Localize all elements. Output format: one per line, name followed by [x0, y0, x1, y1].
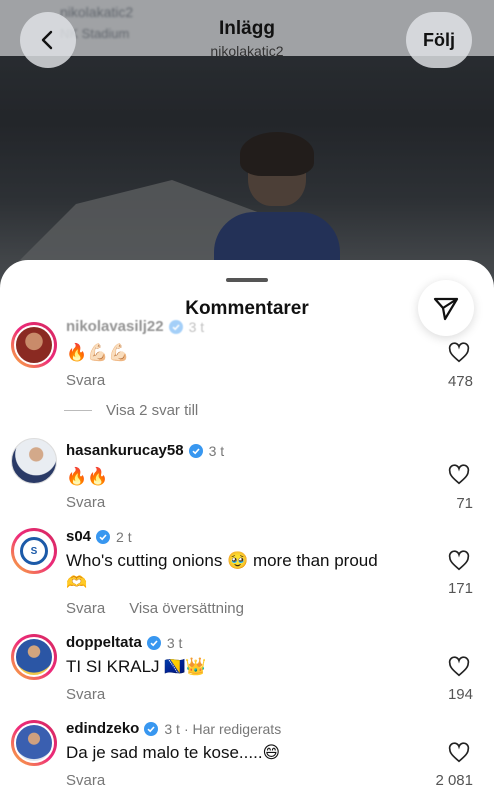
- comment-text: TI SI KRALJ 🇧🇦👑: [66, 657, 207, 676]
- verified-badge-icon: [146, 635, 161, 650]
- follow-button[interactable]: Följ: [406, 12, 472, 68]
- like-count: 194: [447, 686, 473, 703]
- avatar[interactable]: S: [11, 528, 57, 574]
- heart-icon[interactable]: [448, 342, 470, 364]
- comment-text: 🔥💪🏻💪🏻: [66, 343, 130, 362]
- heart-icon[interactable]: [448, 656, 470, 678]
- divider: [64, 410, 92, 411]
- verified-badge-icon: [96, 529, 111, 544]
- avatar[interactable]: [11, 438, 57, 484]
- reply-button[interactable]: Svara: [66, 686, 105, 703]
- comment-time: 3 t: [208, 442, 225, 459]
- comments-sheet: Kommentarer nikolavasilj22 3 t 🔥💪🏻💪🏻 Sva…: [0, 260, 494, 800]
- reply-button[interactable]: Svara: [66, 494, 105, 511]
- reply-button[interactable]: Svara: [66, 600, 105, 617]
- schalke-logo: S: [20, 537, 48, 565]
- comment-text: Who's cutting onions 🥹 more than proud: [66, 551, 378, 570]
- like-count: 2 081: [435, 772, 473, 789]
- show-replies-button[interactable]: Visa 2 svar till: [64, 402, 198, 419]
- reply-button[interactable]: Svara: [66, 772, 105, 789]
- comment-time: 3 t: [188, 318, 205, 335]
- verified-badge-icon: [188, 443, 203, 458]
- avatar[interactable]: [11, 322, 57, 368]
- comment-username[interactable]: s04: [66, 528, 91, 545]
- like-count: 478: [447, 373, 473, 390]
- heart-icon[interactable]: [448, 742, 470, 764]
- comment-username[interactable]: doppeltata: [66, 634, 142, 651]
- edited-label: · Har redigerats: [183, 720, 282, 737]
- send-icon: [433, 297, 459, 321]
- comment-text: Da je sad malo te kose.....😄: [66, 743, 281, 762]
- reply-button[interactable]: Svara: [66, 372, 105, 389]
- like-count: 71: [456, 495, 473, 512]
- comment-username[interactable]: nikolavasilj22: [66, 318, 164, 335]
- comment-time: 2 t: [116, 528, 132, 545]
- comment-username[interactable]: hasankurucay58: [66, 442, 184, 459]
- verified-badge-icon: [144, 721, 159, 736]
- comment-time: 3 t: [164, 720, 180, 737]
- comment-text-line-2: 🫶: [66, 573, 88, 592]
- like-count: 171: [447, 580, 473, 597]
- avatar[interactable]: [11, 634, 57, 680]
- verified-badge-icon: [168, 319, 183, 334]
- translate-button[interactable]: Visa översättning: [129, 600, 244, 617]
- share-button[interactable]: [418, 280, 474, 336]
- comment-username[interactable]: edindzeko: [66, 720, 139, 737]
- avatar[interactable]: [11, 720, 57, 766]
- heart-icon[interactable]: [448, 550, 470, 572]
- heart-icon[interactable]: [448, 464, 470, 486]
- show-replies-label: Visa 2 svar till: [106, 402, 199, 419]
- comment-time: 3 t: [166, 634, 183, 651]
- sheet-drag-handle[interactable]: [226, 278, 268, 282]
- comment-text: 🔥🔥: [66, 467, 109, 486]
